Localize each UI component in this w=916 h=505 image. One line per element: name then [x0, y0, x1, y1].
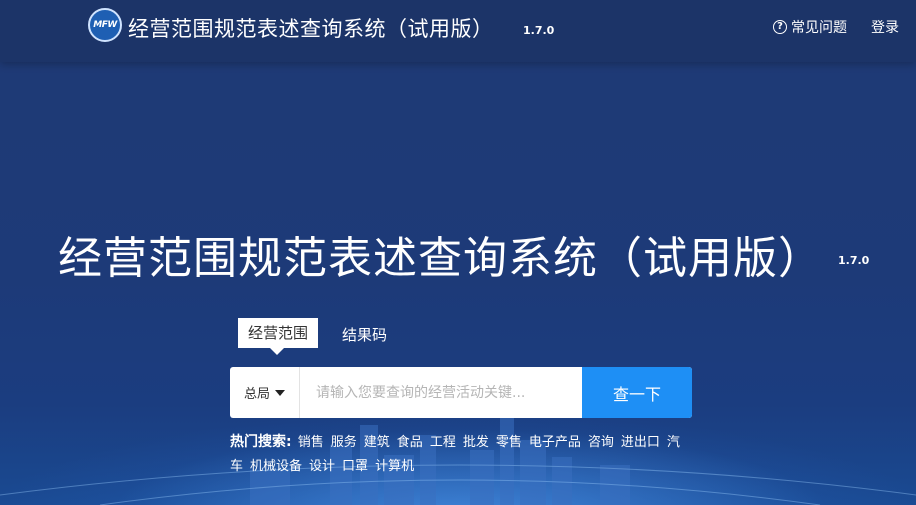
- search-button[interactable]: 查一下: [582, 367, 692, 418]
- hot-search-link[interactable]: 批发: [463, 435, 489, 450]
- hot-search-link[interactable]: 销售: [298, 435, 324, 450]
- hot-searches-list: 销售 服务 建筑 食品 工程 批发 零售 电子产品 咨询 进出口 汽车 机械设备 设计 口罩 计算机: [230, 435, 680, 474]
- hot-search-link[interactable]: 工程: [430, 435, 456, 450]
- hot-search-link[interactable]: 建筑: [364, 435, 390, 450]
- hot-searches: 热门搜索: 销售 服务 建筑 食品 工程 批发 零售 电子产品 咨询 进出口 汽车 机械设备 设计 口罩计…: [230, 430, 690, 479]
- hot-search-link[interactable]: 食品: [397, 435, 423, 450]
- hot-search-link[interactable]: 零售: [496, 435, 522, 450]
- hero-title: 经营范围规范表述查询系统（试用版）: [58, 233, 823, 284]
- hot-search-link[interactable]: 进出口: [621, 435, 660, 450]
- hot-search-link[interactable]: 电子产品: [529, 435, 581, 450]
- hot-search-link[interactable]: 服务: [331, 435, 357, 450]
- header-version: 1.7.0: [523, 24, 555, 37]
- logo-text: MFW: [93, 20, 117, 30]
- tab-result-code[interactable]: 结果码: [342, 324, 387, 345]
- hot-searches-label: 热门搜索:: [230, 434, 292, 450]
- question-circle-icon: ?: [773, 20, 787, 34]
- hot-search-link[interactable]: 口罩: [342, 459, 368, 474]
- top-header: MFW 经营范围规范表述查询系统（试用版） 1.7.0 ? 常见问题 登录: [0, 0, 916, 62]
- brand-logo[interactable]: MFW: [88, 8, 122, 42]
- faq-link[interactable]: ? 常见问题: [773, 17, 847, 37]
- search-input[interactable]: [302, 367, 582, 418]
- hot-search-link[interactable]: 咨询: [588, 435, 614, 450]
- tab-business-scope[interactable]: 经营范围: [238, 318, 318, 348]
- login-link[interactable]: 登录: [871, 17, 899, 37]
- search-box: 总局 查一下: [230, 367, 692, 418]
- header-title: 经营范围规范表述查询系统（试用版）: [128, 17, 494, 41]
- hero-version: 1.7.0: [838, 254, 870, 267]
- faq-label: 常见问题: [791, 20, 847, 36]
- scope-dropdown[interactable]: 总局: [230, 367, 300, 418]
- hot-search-link[interactable]: 机械设备: [250, 459, 302, 474]
- hot-search-link[interactable]: 设计: [309, 459, 335, 474]
- caret-down-icon: [275, 389, 285, 396]
- scope-value: 总局: [243, 387, 270, 402]
- active-tab-pointer: [270, 348, 284, 355]
- hot-search-link[interactable]: 计算机: [375, 459, 414, 474]
